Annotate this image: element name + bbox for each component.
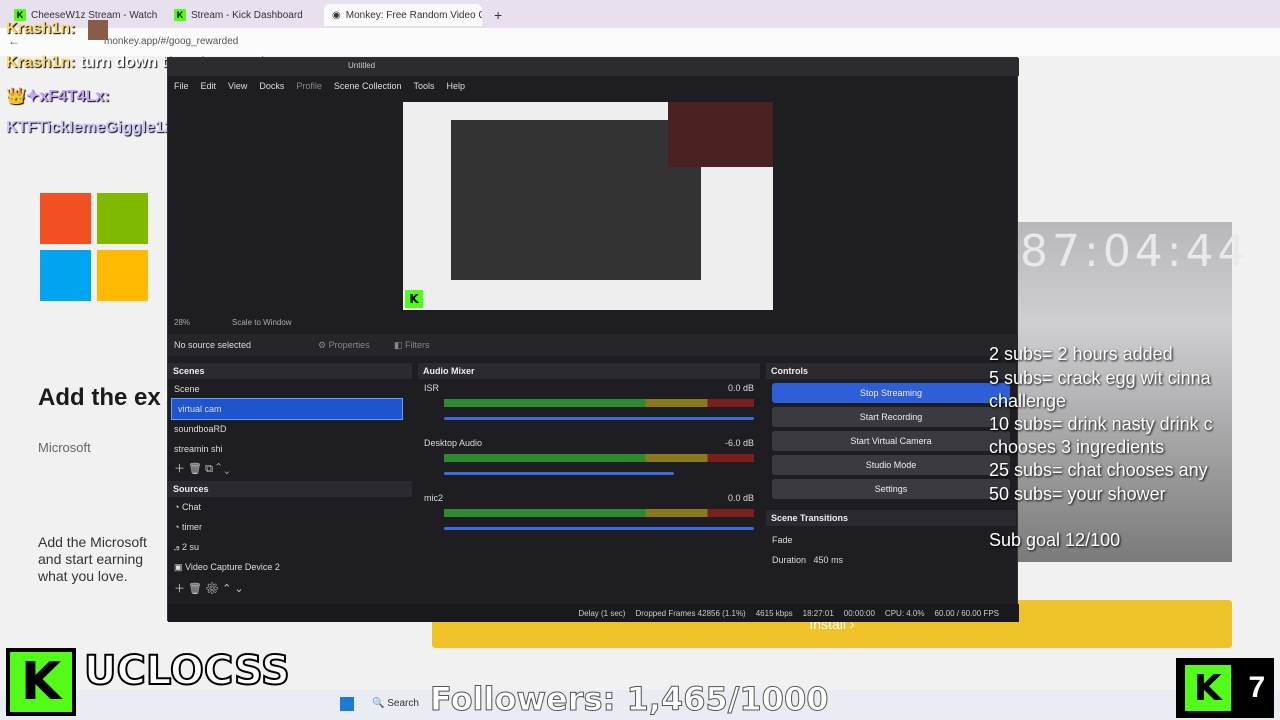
sub-goal: Sub goal 12/100 — [989, 530, 1121, 550]
audio-mixer-dock: Audio Mixer ISR 0.0 dB Desktop Audio -6.0 … — [418, 363, 760, 598]
scene-item[interactable]: soundboaRD — [168, 419, 412, 439]
zoom-level[interactable]: 28% — [174, 318, 190, 327]
emote-icon — [88, 20, 108, 40]
volume-slider[interactable] — [444, 472, 674, 475]
volume-slider[interactable] — [444, 527, 754, 530]
scene-item[interactable]: streamin shi — [168, 439, 412, 459]
menu-help[interactable]: Help — [446, 81, 465, 93]
source-item[interactable]: ꭿ 2 su — [168, 537, 412, 557]
page-body-text: Add the Microsoft and start earning what… — [38, 534, 147, 584]
source-toolbar: No source selected ⚙ Properties ◧ Filter… — [168, 334, 1019, 356]
tab-monkey[interactable]: ◉ Monkey: Free Random Video C — [324, 4, 482, 26]
obs-title: Untitled — [168, 58, 1019, 76]
mixer-channel: Desktop Audio -6.0 dB — [418, 424, 760, 479]
transitions-dock: Scene Transitions Fade Duration 450 ms — [766, 510, 1016, 600]
taskbar-search[interactable]: 🔍 Search — [372, 698, 419, 709]
preview-canvas[interactable]: K — [403, 102, 773, 310]
obs-statusbar: Delay (1 sec) Dropped Frames 42856 (1.1%… — [168, 604, 1019, 622]
nested-preview — [451, 120, 701, 280]
publisher-label: Microsoft — [38, 440, 91, 455]
scene-item-selected[interactable]: virtual cam — [171, 398, 403, 420]
start-virtual-camera-button[interactable]: Start Virtual Camera — [772, 431, 1010, 451]
mixer-channel: mic2 0.0 dB — [418, 479, 760, 534]
source-item[interactable]: ▣ Video Capture Device 2 — [168, 557, 412, 577]
new-tab-button[interactable]: + — [486, 4, 506, 26]
menu-edit[interactable]: Edit — [201, 81, 217, 93]
controls-dock: Controls Stop Streaming Start Recording … — [766, 363, 1016, 503]
page-heading: Add the ex — [38, 384, 161, 411]
transitions-title: Scene Transitions — [766, 510, 1016, 526]
mixer-channel: ISR 0.0 dB — [418, 379, 760, 424]
add-source-icon[interactable]: ＋ 🗑 ⚙ ⌃ ⌄ — [174, 580, 244, 596]
nested-webcam — [668, 102, 773, 167]
monkey-icon: ◉ — [332, 9, 341, 21]
follower-counter: Followers: 1,465/1000 — [429, 680, 829, 719]
goal-line: chooses 3 ingredients — [989, 437, 1165, 457]
stop-streaming-button[interactable]: Stop Streaming — [772, 383, 1010, 403]
controls-title: Controls — [766, 363, 1016, 379]
goal-line: 2 subs= 2 hours added — [989, 344, 1173, 364]
goal-line: 10 subs= drink nasty drink c — [989, 414, 1213, 434]
volume-meter — [444, 454, 754, 462]
start-recording-button[interactable]: Start Recording — [772, 407, 1010, 427]
goal-line: challenge — [989, 391, 1067, 411]
menu-docks[interactable]: Docks — [259, 81, 284, 93]
scene-item[interactable]: Scene — [168, 379, 412, 399]
goal-line: 25 subs= chat chooses any — [989, 460, 1208, 480]
menu-view[interactable]: View — [228, 81, 247, 93]
studio-mode-button[interactable]: Studio Mode — [772, 455, 1010, 475]
settings-button[interactable]: Settings — [772, 479, 1010, 499]
filters-button[interactable]: ◧ Filters — [394, 340, 430, 351]
kick-icon: K — [174, 9, 186, 21]
volume-meter — [444, 509, 754, 517]
streamer-name: UCLOCSS — [83, 647, 291, 695]
duration-row: Duration 450 ms — [772, 555, 844, 565]
obs-window: Untitled File Edit View Docks Profile Sc… — [167, 57, 1019, 622]
transition-select[interactable]: Fade — [766, 530, 1016, 550]
obs-menubar: File Edit View Docks Profile Scene Colle… — [168, 78, 471, 96]
webcam-feed — [916, 18, 1280, 223]
kick-logo: K — [6, 648, 76, 716]
sources-dock: Sources ◔ Chat ◔ timer ꭿ 2 su ▣ Video Ca… — [168, 481, 412, 581]
kick-logo: K — [405, 290, 423, 308]
duration-input[interactable]: 450 ms — [814, 555, 844, 565]
source-item[interactable]: ◔ timer — [168, 517, 412, 537]
volume-slider[interactable] — [444, 417, 754, 420]
source-item[interactable]: ◔ Chat — [168, 497, 412, 517]
menu-file[interactable]: File — [174, 81, 189, 93]
volume-meter — [444, 399, 754, 407]
goal-line: 50 subs= your shower — [989, 484, 1166, 504]
goal-line: 5 subs= crack egg wit cinna — [989, 368, 1211, 388]
menu-scene-collection[interactable]: Scene Collection — [334, 81, 402, 93]
scenes-title: Scenes — [168, 363, 412, 379]
url-field[interactable]: monkey.app/#/goog_rewarded — [104, 36, 238, 47]
menu-tools[interactable]: Tools — [413, 81, 434, 93]
add-scene-icon[interactable]: ＋ 🗑 ⧉ ⌃ ⌄ — [174, 460, 229, 476]
sources-title: Sources — [168, 481, 412, 497]
properties-button[interactable]: ⚙ Properties — [318, 340, 370, 351]
scale-dropdown[interactable]: Scale to Window — [232, 318, 292, 327]
no-source-label: No source selected — [174, 340, 252, 350]
chat-user: Krash1n: — [6, 20, 76, 37]
microsoft-logo — [40, 193, 148, 301]
tab-kick-dashboard[interactable]: K Stream - Kick Dashboard — [166, 4, 321, 26]
windows-start-icon[interactable] — [340, 697, 354, 711]
subathon-timer: 87:04:44 — [1020, 226, 1250, 277]
chat-user: KTFTickIemeGiggle12: — [6, 119, 179, 136]
mixer-title: Audio Mixer — [418, 363, 760, 379]
kick-badge: K 7 — [1176, 658, 1274, 718]
menu-profile[interactable]: Profile — [296, 81, 322, 93]
chat-user: 👑✦xF4T4Lx: — [6, 88, 110, 105]
